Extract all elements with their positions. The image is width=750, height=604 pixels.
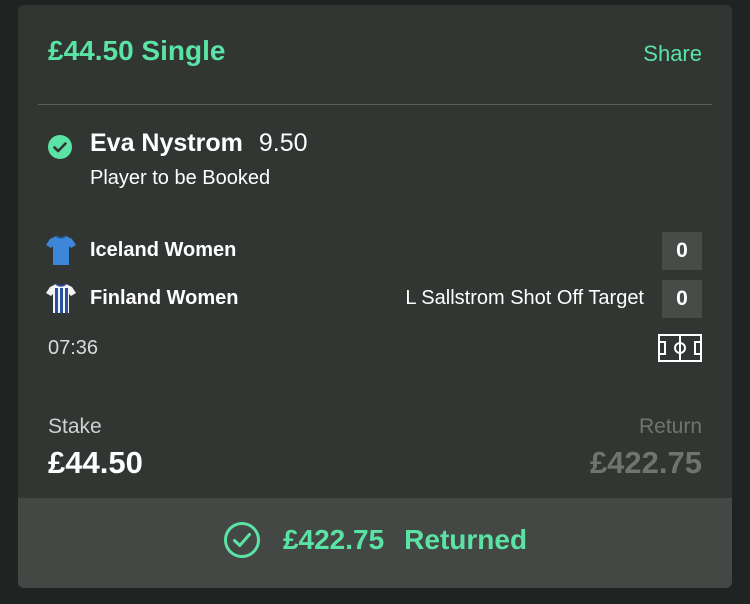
shirt-blue-icon bbox=[46, 235, 76, 265]
selection-line: Eva Nystrom 9.50 bbox=[90, 129, 308, 158]
team-row-away: Finland Women L Sallstrom Shot Off Targe… bbox=[46, 280, 702, 318]
header-divider bbox=[38, 104, 712, 105]
bet-card: £44.50 Single Share Eva Nystrom 9.50 Play… bbox=[18, 5, 732, 588]
stake-value: £44.50 bbox=[48, 445, 143, 480]
bet-title: £44.50 Single bbox=[48, 35, 226, 66]
check-circle-icon bbox=[48, 135, 72, 159]
team-name-away: Finland Women bbox=[90, 287, 239, 309]
selection-market: Player to be Booked bbox=[90, 167, 271, 189]
team-row-home: Iceland Women 0 bbox=[46, 232, 702, 270]
selection-name: Eva Nystrom bbox=[90, 129, 243, 157]
match-clock: 07:36 bbox=[48, 337, 99, 359]
return-value: £422.75 bbox=[589, 445, 702, 480]
score-home: 0 bbox=[662, 232, 702, 270]
score-away: 0 bbox=[662, 280, 702, 318]
team-name-home: Iceland Women bbox=[90, 239, 237, 261]
match-event: L Sallstrom Shot Off Target bbox=[405, 287, 644, 309]
returned-banner-content: £422.75 Returned bbox=[18, 520, 732, 560]
shirt-white-blue-stripes-icon bbox=[46, 283, 76, 313]
check-circle-outline-icon bbox=[223, 522, 260, 558]
returned-amount: £422.75 bbox=[282, 524, 385, 555]
returned-status: Returned bbox=[404, 524, 528, 555]
returned-banner: £422.75 Returned bbox=[18, 498, 732, 588]
selection-odds: 9.50 bbox=[258, 129, 308, 157]
pitch-icon[interactable] bbox=[658, 334, 702, 362]
share-button[interactable]: Share bbox=[643, 41, 702, 67]
bet-header: £44.50 Single Share bbox=[18, 5, 732, 105]
stake-label: Stake bbox=[48, 415, 102, 438]
return-label: Return bbox=[638, 415, 702, 438]
